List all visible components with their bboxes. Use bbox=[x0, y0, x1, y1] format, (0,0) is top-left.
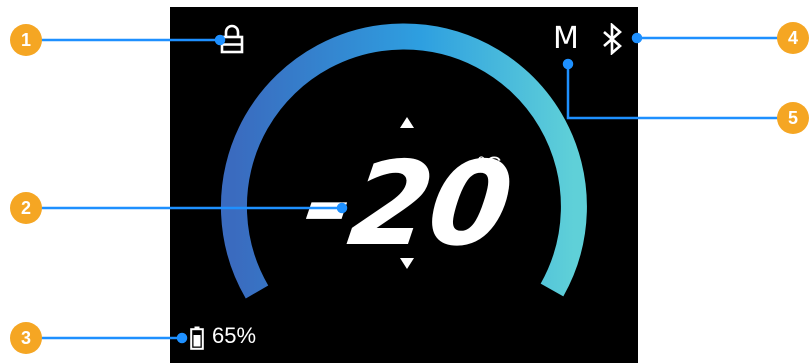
bluetooth-icon bbox=[603, 23, 622, 55]
battery-percentage: 65% bbox=[212, 323, 257, 348]
battery-icon bbox=[190, 326, 204, 350]
callout-5: 5 bbox=[777, 102, 809, 134]
callout-1: 1 bbox=[10, 24, 42, 56]
callout-4: 4 bbox=[777, 22, 809, 54]
callout-2: 2 bbox=[10, 192, 42, 224]
callout-3: 3 bbox=[10, 322, 42, 354]
lock-icon[interactable] bbox=[219, 24, 245, 54]
temperature-unit: °C bbox=[477, 152, 502, 177]
mode-indicator: M bbox=[553, 21, 579, 56]
arrow-up-icon[interactable] bbox=[400, 117, 414, 128]
